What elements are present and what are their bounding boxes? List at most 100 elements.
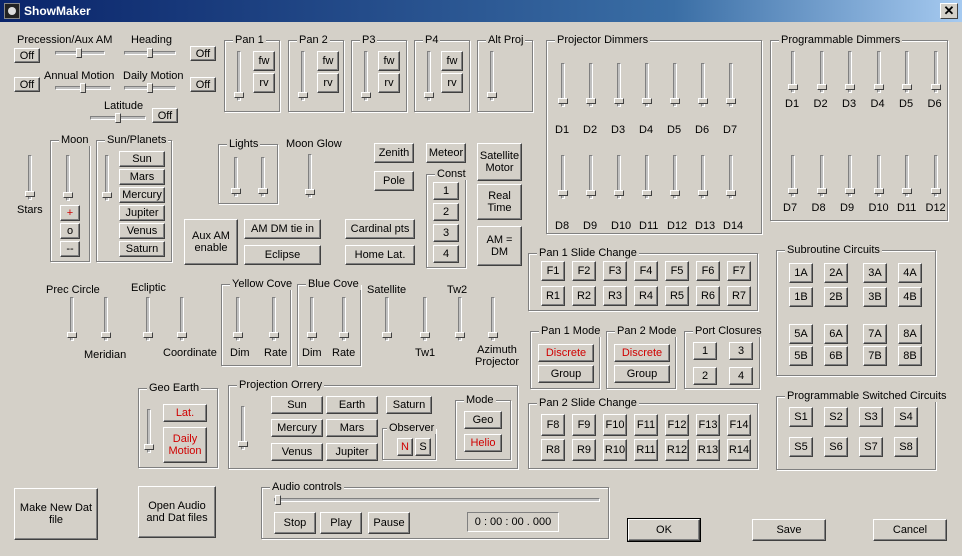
subroutine-6a-button[interactable]: 6A [824, 324, 848, 344]
orrery-venus-button[interactable]: Venus [271, 443, 323, 461]
switched-s8-button[interactable]: S8 [894, 437, 918, 457]
blue-cove-rate-slider[interactable] [339, 297, 349, 341]
subroutine-8a-button[interactable]: 8A [898, 324, 922, 344]
observer-n-button[interactable]: N [397, 438, 413, 456]
prog-dimmer-d9-slider[interactable] [845, 155, 855, 197]
latitude-off-button[interactable]: Off [152, 108, 178, 123]
pan2-group-button[interactable]: Group [614, 365, 670, 383]
lights-slider-2[interactable] [258, 157, 268, 197]
pan2-slide-r9-button[interactable]: R9 [572, 439, 596, 461]
annual-off-button[interactable]: Off [14, 77, 40, 92]
planet-button-sun[interactable]: Sun [119, 151, 165, 167]
port-closure-2-button[interactable]: 2 [693, 367, 717, 385]
heading-slider[interactable] [124, 48, 176, 58]
azimuth-projector-slider[interactable] [488, 297, 498, 341]
orrery-slider[interactable] [238, 406, 248, 450]
prog-dimmer-d10-slider[interactable] [873, 155, 884, 197]
p4-slider[interactable] [424, 51, 434, 101]
proj-dimmer-d8-slider[interactable] [558, 155, 568, 199]
pan2-slide-f9-button[interactable]: F9 [572, 414, 596, 436]
pan1-rv-button[interactable]: rv [253, 73, 275, 93]
subroutine-6b-button[interactable]: 6B [824, 346, 848, 366]
pan2-slide-r8-button[interactable]: R8 [541, 439, 565, 461]
mode-geo-button[interactable]: Geo [464, 411, 502, 429]
pan2-slide-f10-button[interactable]: F10 [603, 414, 627, 436]
planet-button-mars[interactable]: Mars [119, 169, 165, 185]
prog-dimmer-d8-slider[interactable] [816, 155, 827, 197]
planet-button-venus[interactable]: Venus [119, 223, 165, 239]
planet-button-mercury[interactable]: Mercury [119, 187, 165, 203]
lights-slider-1[interactable] [231, 157, 241, 197]
prog-dimmer-d3-slider[interactable] [845, 51, 855, 93]
stars-slider[interactable] [25, 155, 35, 200]
orrery-mars-button[interactable]: Mars [326, 419, 378, 437]
prog-dimmer-d2-slider[interactable] [816, 51, 827, 93]
eclipse-button[interactable]: Eclipse [244, 245, 321, 265]
pan2-slide-r10-button[interactable]: R10 [603, 439, 627, 461]
open-audio-dat-files-button[interactable]: Open Audio and Dat files [138, 486, 216, 538]
ecliptic-slider[interactable] [143, 297, 153, 341]
pan2-slide-f13-button[interactable]: F13 [696, 414, 720, 436]
pan1-slide-f6-button[interactable]: F6 [696, 261, 720, 281]
prog-dimmer-d1-slider[interactable] [788, 51, 798, 93]
orrery-saturn-button[interactable]: Saturn [386, 396, 432, 414]
pan1-group-button[interactable]: Group [538, 365, 594, 383]
const-1-button[interactable]: 1 [433, 182, 459, 200]
port-closure-1-button[interactable]: 1 [693, 342, 717, 360]
yellow-cove-rate-slider[interactable] [269, 297, 279, 341]
make-new-dat-file-button[interactable]: Make New Dat file [14, 488, 98, 540]
meteor-button[interactable]: Meteor [426, 143, 466, 163]
subroutine-7a-button[interactable]: 7A [863, 324, 887, 344]
port-closure-3-button[interactable]: 3 [729, 342, 753, 360]
p4-rv-button[interactable]: rv [441, 73, 463, 93]
am-dm-button[interactable]: AM = DM [477, 226, 522, 266]
subroutine-1a-button[interactable]: 1A [789, 263, 813, 283]
pan2-slide-f12-button[interactable]: F12 [665, 414, 689, 436]
pan1-slide-f4-button[interactable]: F4 [634, 261, 658, 281]
pan1-slide-f1-button[interactable]: F1 [541, 261, 565, 281]
cancel-button[interactable]: Cancel [873, 519, 947, 541]
save-button[interactable]: Save [752, 519, 826, 541]
p4-fw-button[interactable]: fw [441, 51, 463, 71]
pan1-slide-r6-button[interactable]: R6 [696, 286, 720, 306]
tw1-slider[interactable] [420, 297, 430, 341]
subroutine-2b-button[interactable]: 2B [824, 287, 848, 307]
prog-dimmer-d4-slider[interactable] [873, 51, 884, 93]
meridian-slider[interactable] [101, 297, 111, 341]
proj-dimmer-d4-slider[interactable] [642, 63, 652, 107]
audio-play-button[interactable]: Play [320, 512, 362, 534]
proj-dimmer-d6-slider[interactable] [698, 63, 708, 107]
proj-dimmer-d3-slider[interactable] [614, 63, 624, 107]
subroutine-3a-button[interactable]: 3A [863, 263, 887, 283]
audio-pause-button[interactable]: Pause [368, 512, 410, 534]
tw2-slider[interactable] [455, 297, 465, 341]
subroutine-3b-button[interactable]: 3B [863, 287, 887, 307]
proj-dimmer-d12-slider[interactable] [670, 155, 680, 199]
prog-dimmer-d5-slider[interactable] [902, 51, 912, 93]
heading-off-button[interactable]: Off [190, 46, 216, 61]
coordinate-slider[interactable] [177, 297, 187, 341]
satellite-motor-button[interactable]: Satellite Motor [477, 143, 522, 181]
proj-dimmer-d5-slider[interactable] [670, 63, 680, 107]
proj-dimmer-d10-slider[interactable] [614, 155, 624, 199]
pan1-slider[interactable] [234, 51, 244, 101]
pan2-slide-r12-button[interactable]: R12 [665, 439, 689, 461]
home-lat-button[interactable]: Home Lat. [345, 245, 415, 265]
moon-glow-slider[interactable] [305, 154, 315, 198]
pan2-slider[interactable] [298, 51, 308, 101]
pan1-slide-f5-button[interactable]: F5 [665, 261, 689, 281]
annual-motion-slider[interactable] [55, 83, 111, 93]
aux-am-enable-button[interactable]: Aux AM enable [184, 219, 238, 265]
p3-fw-button[interactable]: fw [378, 51, 400, 71]
planet-button-jupiter[interactable]: Jupiter [119, 205, 165, 221]
prog-dimmer-d6-slider[interactable] [930, 51, 941, 93]
orrery-sun-button[interactable]: Sun [271, 396, 323, 414]
proj-dimmer-d11-slider[interactable] [642, 155, 652, 199]
pan2-discrete-button[interactable]: Discrete [614, 344, 670, 362]
cardinal-pts-button[interactable]: Cardinal pts [345, 219, 415, 239]
subroutine-4b-button[interactable]: 4B [898, 287, 922, 307]
prog-dimmer-d7-slider[interactable] [788, 155, 798, 197]
zenith-button[interactable]: Zenith [374, 143, 414, 163]
p3-slider[interactable] [361, 51, 371, 101]
pan1-slide-f7-button[interactable]: F7 [727, 261, 751, 281]
